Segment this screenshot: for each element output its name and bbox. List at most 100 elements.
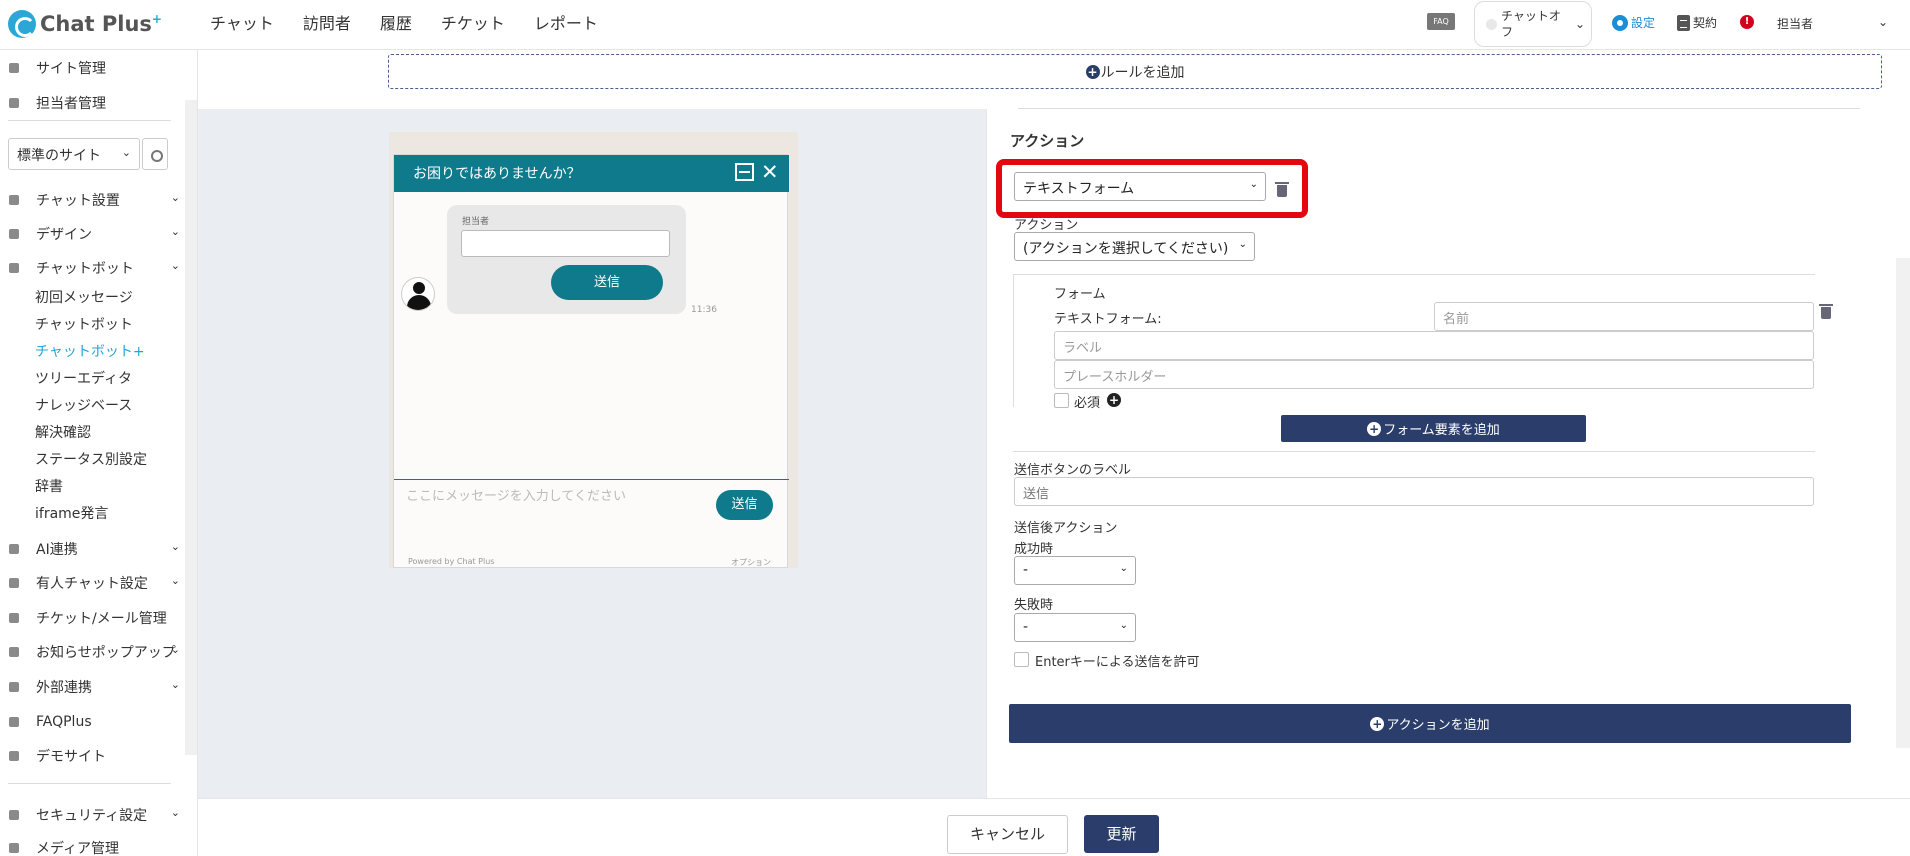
- contract-link[interactable]: 契約: [1677, 14, 1717, 31]
- nav-history[interactable]: 履歴: [380, 10, 412, 34]
- chevron-down-icon: ⌄: [170, 540, 180, 553]
- popup-icon: [9, 647, 19, 657]
- add-form-element-button[interactable]: + フォーム要素を追加: [1281, 415, 1586, 442]
- chat-widget-title: お困りではありませんか？: [413, 166, 581, 182]
- chevron-down-icon: ⌄: [170, 191, 180, 204]
- enter-key-label: Enterキーによる送信を許可: [1035, 655, 1200, 670]
- sidebar-item-faqplus[interactable]: FAQPlus: [0, 710, 184, 734]
- sidebar-sub-chatbot[interactable]: チャットボット: [35, 314, 133, 334]
- plus-circle-icon[interactable]: +: [1107, 393, 1121, 407]
- placeholder-input[interactable]: プレースホルダー: [1054, 360, 1814, 389]
- divider: [1018, 108, 1860, 109]
- sidebar-item-chat-setup[interactable]: チャット設置 ⌄: [0, 188, 184, 212]
- plus-circle-icon: +: [1085, 64, 1100, 79]
- failure-select[interactable]: - ⌄: [1014, 613, 1136, 642]
- highlight-box: [996, 159, 1308, 218]
- form-submit-button[interactable]: 送信: [551, 265, 663, 300]
- chat-widget-header: お困りではありませんか？ ✕: [394, 155, 789, 192]
- sidebar-item-security[interactable]: セキュリティ設定 ⌄: [0, 803, 184, 827]
- enter-key-checkbox[interactable]: [1014, 652, 1029, 667]
- demo-icon: [9, 751, 19, 761]
- main-scrollbar[interactable]: [1896, 258, 1910, 748]
- sidebar-item-design[interactable]: デザイン ⌄: [0, 222, 184, 246]
- tools-icon: [9, 195, 19, 205]
- status-dot-icon: [1486, 19, 1497, 30]
- required-checkbox[interactable]: [1054, 393, 1069, 408]
- document-icon: [1677, 14, 1690, 31]
- update-button[interactable]: 更新: [1084, 815, 1159, 853]
- add-action-button[interactable]: + アクションを追加: [1009, 704, 1851, 743]
- action-sub-label: アクション: [1014, 218, 1079, 233]
- name-input[interactable]: 名前: [1434, 302, 1814, 331]
- nav-ticket[interactable]: チケット: [441, 10, 505, 34]
- user-menu[interactable]: 担当者: [1777, 15, 1813, 32]
- add-rule-button[interactable]: + ルールを追加: [388, 54, 1882, 89]
- sidebar-sub-resolution[interactable]: 解決確認: [35, 422, 91, 442]
- divider: [1013, 451, 1815, 452]
- palette-icon: [9, 229, 19, 239]
- minimize-icon[interactable]: [735, 163, 754, 181]
- sidebar-scrollbar[interactable]: [185, 100, 197, 755]
- sidebar-sub-iframe[interactable]: iframe発言: [35, 503, 108, 523]
- chevron-down-icon: ⌄: [170, 643, 180, 656]
- powered-by: Powered by Chat Plus: [408, 557, 495, 566]
- chat-send-button[interactable]: 送信: [716, 490, 773, 520]
- share-icon: [9, 682, 19, 692]
- sidebar-item-external[interactable]: 外部連携 ⌄: [0, 675, 184, 699]
- success-label: 成功時: [1014, 542, 1054, 557]
- sidebar-item-ai[interactable]: AI連携 ⌄: [0, 537, 184, 561]
- sidebar-sub-knowledge-base[interactable]: ナレッジベース: [35, 395, 132, 415]
- chat-widget-preview: お困りではありませんか？ ✕ 担当者 送信 11:36 ここにメッセージを入力し…: [393, 154, 789, 569]
- chevron-down-icon: ⌄: [170, 259, 180, 272]
- site-settings-gear-icon[interactable]: [142, 138, 168, 170]
- chat-input-area[interactable]: ここにメッセージを入力してください 送信 Powered by Chat Plu…: [394, 479, 789, 569]
- nav-report[interactable]: レポート: [534, 10, 598, 34]
- site-select[interactable]: 標準のサイト ⌄: [8, 138, 140, 170]
- chat-status-dropdown[interactable]: チャットオフ ⌄: [1474, 1, 1592, 47]
- action-select[interactable]: (アクションを選択してください) ⌄: [1014, 232, 1255, 261]
- alert-icon[interactable]: !: [1740, 15, 1754, 29]
- sidebar-item-site-management[interactable]: サイト管理: [0, 56, 184, 80]
- gear-icon: [9, 63, 19, 73]
- sidebar-sub-tree-editor[interactable]: ツリーエディタ: [35, 368, 132, 388]
- chevron-down-icon: ⌄: [170, 678, 180, 691]
- close-icon[interactable]: ✕: [761, 160, 779, 184]
- sidebar-item-ticket-mail[interactable]: チケット/メール管理: [0, 606, 184, 630]
- faq-icon[interactable]: FAQ: [1427, 13, 1455, 30]
- nav-visitors[interactable]: 訪問者: [303, 10, 351, 34]
- sidebar-item-media[interactable]: メディア管理: [0, 836, 184, 856]
- plus-circle-icon: +: [1367, 421, 1382, 436]
- delete-field-trash-icon[interactable]: [1819, 304, 1833, 319]
- required-label: 必須: [1074, 396, 1101, 411]
- logo-text: Chat Plus: [40, 12, 152, 36]
- chevron-down-icon[interactable]: ⌄: [1878, 15, 1888, 29]
- nav-chat[interactable]: チャット: [210, 10, 274, 34]
- label-input[interactable]: ラベル: [1054, 331, 1814, 360]
- chat-status-label: チャットオフ: [1501, 9, 1561, 39]
- plus-circle-icon: +: [1370, 716, 1385, 731]
- sidebar-sub-status-settings[interactable]: ステータス別設定: [35, 449, 147, 469]
- ai-icon: [9, 544, 19, 554]
- mail-icon: [9, 613, 19, 623]
- sidebar-sub-chatbot-plus[interactable]: チャットボット+: [35, 341, 145, 361]
- chevron-down-icon: ⌄: [170, 574, 180, 587]
- user-icon: [9, 98, 19, 108]
- send-button-label-input[interactable]: 送信: [1014, 477, 1814, 506]
- sidebar-item-notice-popup[interactable]: お知らせポップアップ ⌄: [0, 640, 184, 664]
- sidebar-sub-dictionary[interactable]: 辞書: [35, 476, 63, 496]
- cancel-button[interactable]: キャンセル: [947, 815, 1068, 854]
- avatar: [401, 277, 435, 311]
- chevron-down-icon: ⌄: [1575, 17, 1586, 31]
- logo[interactable]: Chat Plus+: [8, 8, 162, 40]
- form-field-input[interactable]: [461, 230, 670, 257]
- option-link[interactable]: オプション: [731, 557, 771, 568]
- sidebar-item-agent-management[interactable]: 担当者管理: [0, 91, 184, 115]
- message-time: 11:36: [691, 305, 717, 315]
- sidebar-item-chatbot[interactable]: チャットボット ⌄: [0, 256, 184, 280]
- success-select[interactable]: - ⌄: [1014, 556, 1136, 585]
- sidebar-item-demo-site[interactable]: デモサイト: [0, 744, 184, 768]
- settings-link[interactable]: 設定: [1612, 14, 1655, 31]
- form-field-label: 担当者: [462, 217, 490, 227]
- sidebar-sub-first-message[interactable]: 初回メッセージ: [35, 287, 133, 307]
- sidebar-item-manned-chat[interactable]: 有人チャット設定 ⌄: [0, 571, 184, 595]
